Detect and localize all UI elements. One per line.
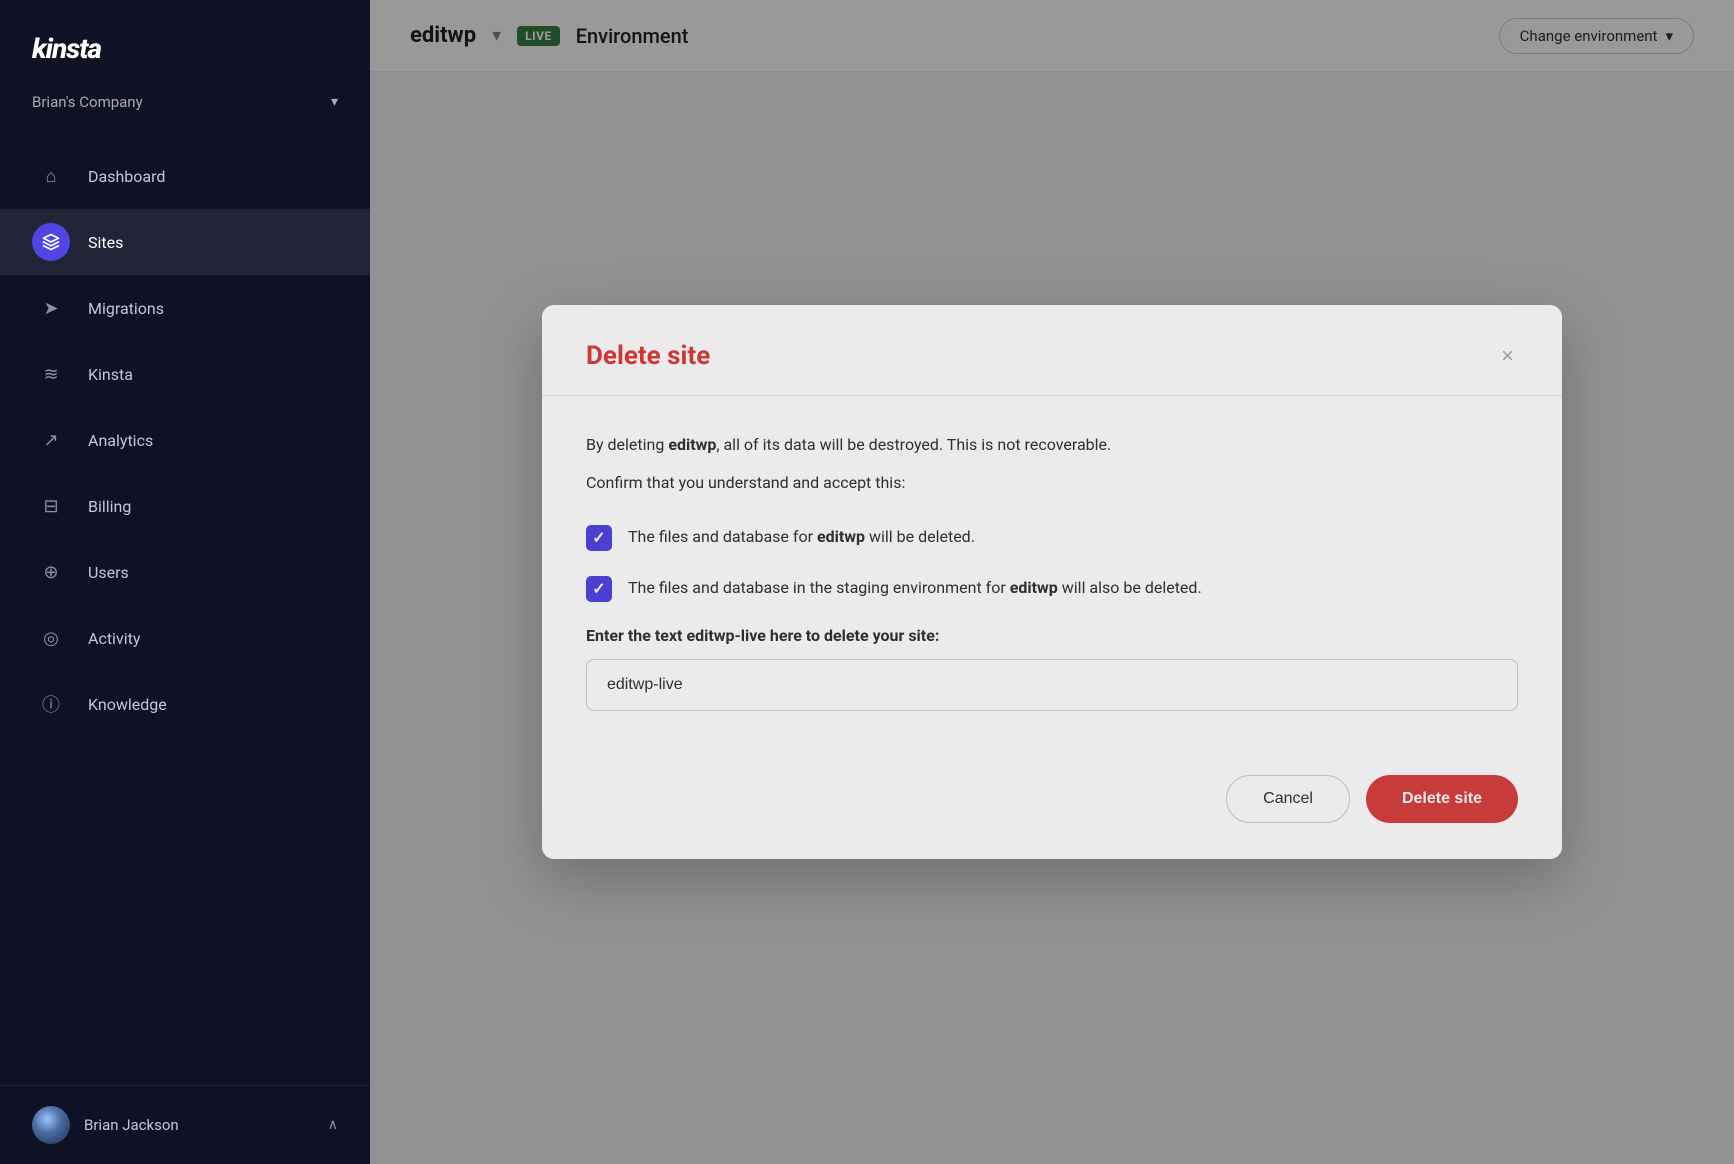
main-area: editwp ▾ LIVE Environment Change environ… [370,0,1734,1164]
activity-icon: ◎ [32,619,70,657]
sidebar-item-label: Dashboard [88,167,165,186]
sidebar-item-label: Activity [88,629,140,648]
kinsta-icon: ≋ [32,355,70,393]
sidebar-item-label: Migrations [88,299,164,318]
checkmark-icon: ✓ [592,579,605,598]
sidebar-item-analytics[interactable]: ↗ Analytics [0,407,370,473]
sidebar-item-label: Analytics [88,431,153,450]
user-chevron-icon: ∧ [328,1117,338,1133]
modal-body: By deleting editwp, all of its data will… [542,396,1562,746]
delete-site-button[interactable]: Delete site [1366,775,1518,823]
sidebar-nav: ⌂ Dashboard Sites ➤ Migrations ≋ Kinsta … [0,135,370,1085]
checkmark-icon: ✓ [592,528,605,547]
checkbox-1-label: The files and database for editwp will b… [628,524,975,550]
modal-header: Delete site × [542,305,1562,396]
sidebar-logo: kinsta [0,0,370,85]
checkbox-1[interactable]: ✓ [586,525,612,551]
delete-confirmation-input[interactable] [586,659,1518,711]
user-profile[interactable]: Brian Jackson ∧ [0,1085,370,1164]
sidebar-item-users[interactable]: ⊕ Users [0,539,370,605]
checkbox-2-label: The files and database in the staging en… [628,575,1202,601]
delete-site-modal: Delete site × By deleting editwp, all of… [542,305,1562,858]
sidebar-item-migrations[interactable]: ➤ Migrations [0,275,370,341]
modal-footer: Cancel Delete site [542,747,1562,859]
checkbox-row-1: ✓ The files and database for editwp will… [586,524,1518,551]
input-label: Enter the text editwp-live here to delet… [586,626,1518,645]
modal-description: By deleting editwp, all of its data will… [586,432,1518,458]
knowledge-icon: ⓘ [32,685,70,723]
users-icon: ⊕ [32,553,70,591]
site-name-bold: editwp [668,435,716,454]
sidebar-item-activity[interactable]: ◎ Activity [0,605,370,671]
sidebar-item-label: Sites [88,233,123,252]
checkbox-row-2: ✓ The files and database in the staging … [586,575,1518,602]
user-name: Brian Jackson [84,1116,314,1134]
logo-text: kinsta [32,32,101,65]
checkbox-2[interactable]: ✓ [586,576,612,602]
sites-icon [32,223,70,261]
analytics-icon: ↗ [32,421,70,459]
checkbox-1-site: editwp [817,527,865,546]
dashboard-icon: ⌂ [32,157,70,195]
sidebar: kinsta Brian's Company ▾ ⌂ Dashboard Sit… [0,0,370,1164]
sidebar-item-label: Users [88,563,129,582]
billing-icon: ⊟ [32,487,70,525]
modal-overlay: Delete site × By deleting editwp, all of… [370,0,1734,1164]
migrations-icon: ➤ [32,289,70,327]
company-name: Brian's Company [32,93,143,111]
company-selector[interactable]: Brian's Company ▾ [0,85,370,135]
modal-title: Delete site [586,341,710,371]
sidebar-item-knowledge[interactable]: ⓘ Knowledge [0,671,370,737]
avatar [32,1106,70,1144]
sidebar-item-label: Knowledge [88,695,167,714]
company-chevron: ▾ [331,94,338,110]
sidebar-item-label: Kinsta [88,365,133,384]
sidebar-item-sites[interactable]: Sites [0,209,370,275]
cancel-button[interactable]: Cancel [1226,775,1350,823]
sidebar-item-kinsta[interactable]: ≋ Kinsta [0,341,370,407]
checkbox-2-site: editwp [1010,578,1058,597]
sidebar-item-billing[interactable]: ⊟ Billing [0,473,370,539]
desc-suffix: , all of its data will be destroyed. Thi… [716,435,1111,454]
sidebar-item-dashboard[interactable]: ⌂ Dashboard [0,143,370,209]
sidebar-item-label: Billing [88,497,131,516]
confirm-prompt: Confirm that you understand and accept t… [586,470,1518,496]
modal-close-button[interactable]: × [1497,341,1518,371]
